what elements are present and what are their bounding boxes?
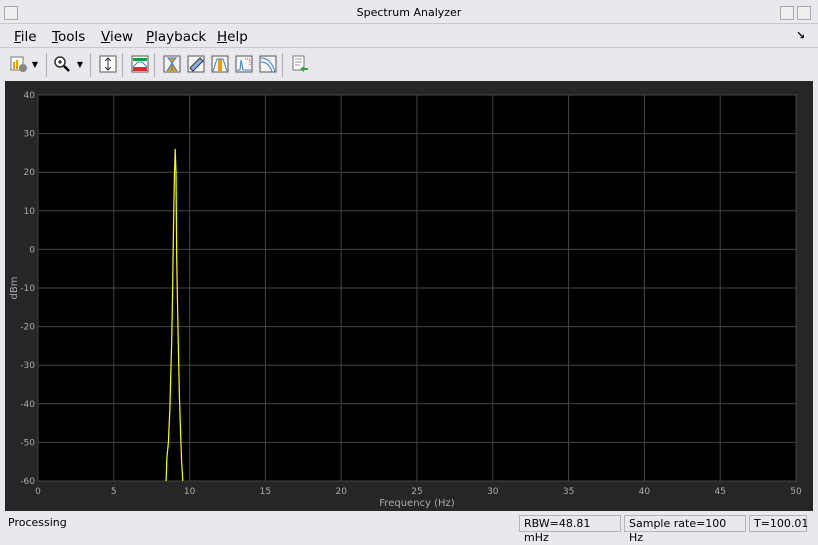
data-point [180,430,181,432]
data-point [169,407,171,408]
spectrum-chart[interactable]: 0 5 10 15 20 25 30 35 40 45 50 40 30 20 10 0 -10 -20 -30 -4… [5,81,813,511]
data-point [166,457,168,459]
x-tick-label: 30 [487,487,499,497]
toolbar: ▼ ▼ [0,50,818,80]
scale-axes-icon[interactable] [98,54,118,74]
menu-bar: File Tools View Playback Help ↘ [0,26,818,48]
y-tick-label: -30 [20,361,35,371]
x-tick-label: 5 [111,487,117,497]
settings-dropdown-icon[interactable]: ▼ [29,54,41,74]
undock-icon[interactable]: ↘ [796,29,805,42]
menu-help[interactable]: Help [217,29,248,45]
data-point [172,245,174,246]
x-axis-label: Frequency (Hz) [379,498,455,509]
x-tick-label: 50 [790,487,802,497]
y-tick-label: 30 [24,130,36,140]
window-menu-button[interactable] [4,6,18,20]
y-tick-label: -10 [20,284,35,294]
sample-rate-readout: Sample rate=100 Hz [624,515,746,544]
status-text: Processing [8,516,67,529]
y-axis-label: dBm [9,277,20,300]
zoom-dropdown-icon[interactable]: ▼ [74,54,86,74]
menu-view[interactable]: View [101,29,133,45]
time-readout: T=100.01 [749,515,808,532]
zoom-in-icon[interactable] [52,54,72,74]
data-point [165,480,167,482]
y-tick-label: 20 [24,168,36,178]
data-point [177,303,178,304]
data-point [174,175,175,177]
x-tick-label: 25 [411,487,422,497]
x-tick-label: 15 [260,487,271,497]
y-tick-label: -60 [20,477,35,487]
data-point [168,442,169,443]
minimize-button[interactable] [780,6,794,20]
x-tick-label: 40 [639,487,651,497]
y-tick-label: -50 [20,438,35,448]
ccdf-icon[interactable] [258,54,278,74]
status-bar: Processing RBW=48.81 mHz Sample rate=100… [0,512,818,544]
spectrum-settings-icon[interactable] [9,54,29,74]
title-bar: Spectrum Analyzer [0,0,818,24]
data-point [182,480,184,482]
data-point [171,341,173,343]
y-tick-label: -20 [20,323,35,333]
x-tick-label: 35 [563,487,574,497]
x-tick-label: 0 [35,487,41,497]
menu-playback[interactable]: Playback [146,29,206,45]
data-cursor-icon[interactable] [162,54,182,74]
data-point [175,171,177,173]
y-tick-label: 0 [29,245,35,255]
x-tick-label: 45 [714,487,725,497]
data-point [181,461,182,463]
x-tick-label: 10 [184,487,196,497]
plot-panel: 0 5 10 15 20 25 30 35 40 45 50 40 30 20 10 0 -10 -20 -30 -4… [5,81,813,511]
spectral-mask-icon[interactable] [130,54,150,74]
y-tick-label: 10 [24,207,36,217]
data-point [174,148,176,150]
y-tick-label: 40 [24,91,36,101]
maximize-button[interactable] [797,6,811,20]
y-tick-label: -40 [20,400,35,410]
data-point [179,395,180,397]
window-title: Spectrum Analyzer [356,6,462,19]
data-point [178,353,179,354]
x-tick-label: 20 [335,487,347,497]
distortion-icon[interactable] [234,54,254,74]
menu-tools[interactable]: Tools [52,29,85,45]
measurements-icon[interactable] [186,54,206,74]
data-point [176,256,178,258]
generate-script-icon[interactable] [290,54,310,74]
menu-file[interactable]: File [14,29,37,45]
data-point [172,291,173,293]
peak-finder-icon[interactable] [210,54,230,74]
rbw-readout: RBW=48.81 mHz [519,515,621,544]
data-point [170,376,171,378]
